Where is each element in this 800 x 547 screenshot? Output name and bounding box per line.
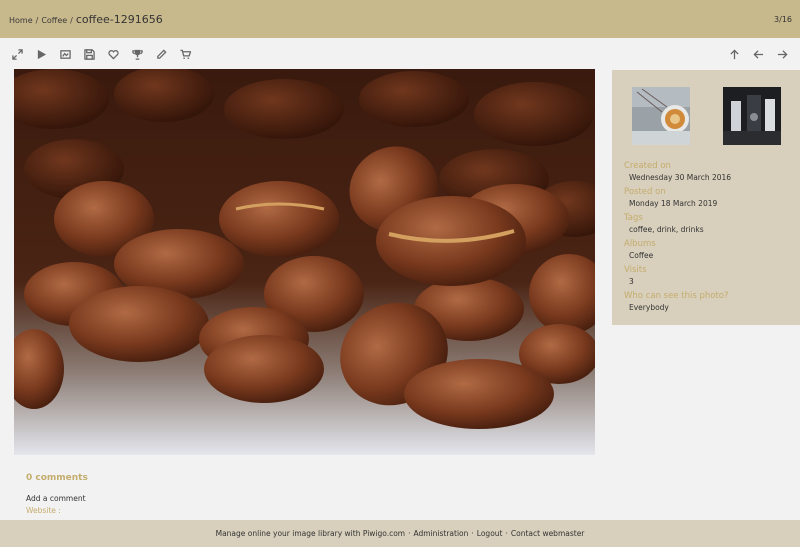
posted-on-value: Monday 18 March 2019 bbox=[629, 199, 718, 208]
footer-separator: · bbox=[505, 529, 508, 538]
photo-toolbar bbox=[0, 44, 800, 64]
footer-logout-link[interactable]: Logout bbox=[477, 529, 503, 538]
footer-separator: · bbox=[408, 529, 411, 538]
expand-icon[interactable] bbox=[10, 47, 25, 62]
previous-photo-thumbnail[interactable] bbox=[632, 87, 690, 145]
footer-piwigo-link[interactable]: Manage online your image library with Pi… bbox=[216, 529, 406, 538]
breadcrumb-separator: / bbox=[35, 15, 39, 25]
created-on-value: Wednesday 30 March 2016 bbox=[629, 173, 732, 182]
visibility-label: Who can see this photo? bbox=[624, 291, 729, 301]
created-on-label: Created on bbox=[624, 161, 671, 171]
breadcrumb: Home / Coffee / coffee-1291656 bbox=[9, 13, 163, 26]
comments-section: 0 comments Add a comment Website : bbox=[26, 473, 88, 515]
main-photo[interactable] bbox=[14, 69, 595, 455]
tags-label: Tags bbox=[624, 213, 643, 223]
breadcrumb-home-link[interactable]: Home bbox=[9, 16, 33, 25]
header-bar: Home / Coffee / coffee-1291656 3/16 bbox=[0, 0, 800, 38]
footer-contact-link[interactable]: Contact webmaster bbox=[511, 529, 585, 538]
comments-title: 0 comments bbox=[26, 473, 88, 483]
image-info-icon[interactable] bbox=[58, 47, 73, 62]
footer-separator: · bbox=[471, 529, 474, 538]
save-icon[interactable] bbox=[82, 47, 97, 62]
play-icon[interactable] bbox=[34, 47, 49, 62]
trophy-icon[interactable] bbox=[130, 47, 145, 62]
heart-icon[interactable] bbox=[106, 47, 121, 62]
photo-info-panel: Created on Wednesday 30 March 2016 Poste… bbox=[612, 70, 800, 325]
arrow-up-icon[interactable] bbox=[727, 47, 742, 62]
arrow-right-icon[interactable] bbox=[775, 47, 790, 62]
add-comment-heading: Add a comment bbox=[26, 494, 86, 503]
footer-administration-link[interactable]: Administration bbox=[414, 529, 469, 538]
cart-icon[interactable] bbox=[178, 47, 193, 62]
breadcrumb-separator: / bbox=[70, 15, 73, 25]
image-counter: 3/16 bbox=[774, 14, 792, 24]
breadcrumb-album-link[interactable]: Coffee bbox=[41, 16, 67, 25]
tags-value[interactable]: coffee, drink, drinks bbox=[629, 224, 800, 235]
visits-value: 3 bbox=[629, 277, 634, 286]
next-photo-thumbnail[interactable] bbox=[723, 87, 781, 145]
arrow-left-icon[interactable] bbox=[751, 47, 766, 62]
visibility-value: Everybody bbox=[629, 303, 669, 312]
posted-on-label: Posted on bbox=[624, 187, 666, 197]
albums-value[interactable]: Coffee bbox=[629, 250, 800, 261]
pencil-icon[interactable] bbox=[154, 47, 169, 62]
albums-label: Albums bbox=[624, 239, 656, 249]
website-field-label: Website : bbox=[26, 506, 61, 515]
page-title: coffee-1291656 bbox=[75, 12, 163, 26]
footer: Manage online your image library with Pi… bbox=[0, 520, 800, 547]
visits-label: Visits bbox=[624, 265, 647, 275]
